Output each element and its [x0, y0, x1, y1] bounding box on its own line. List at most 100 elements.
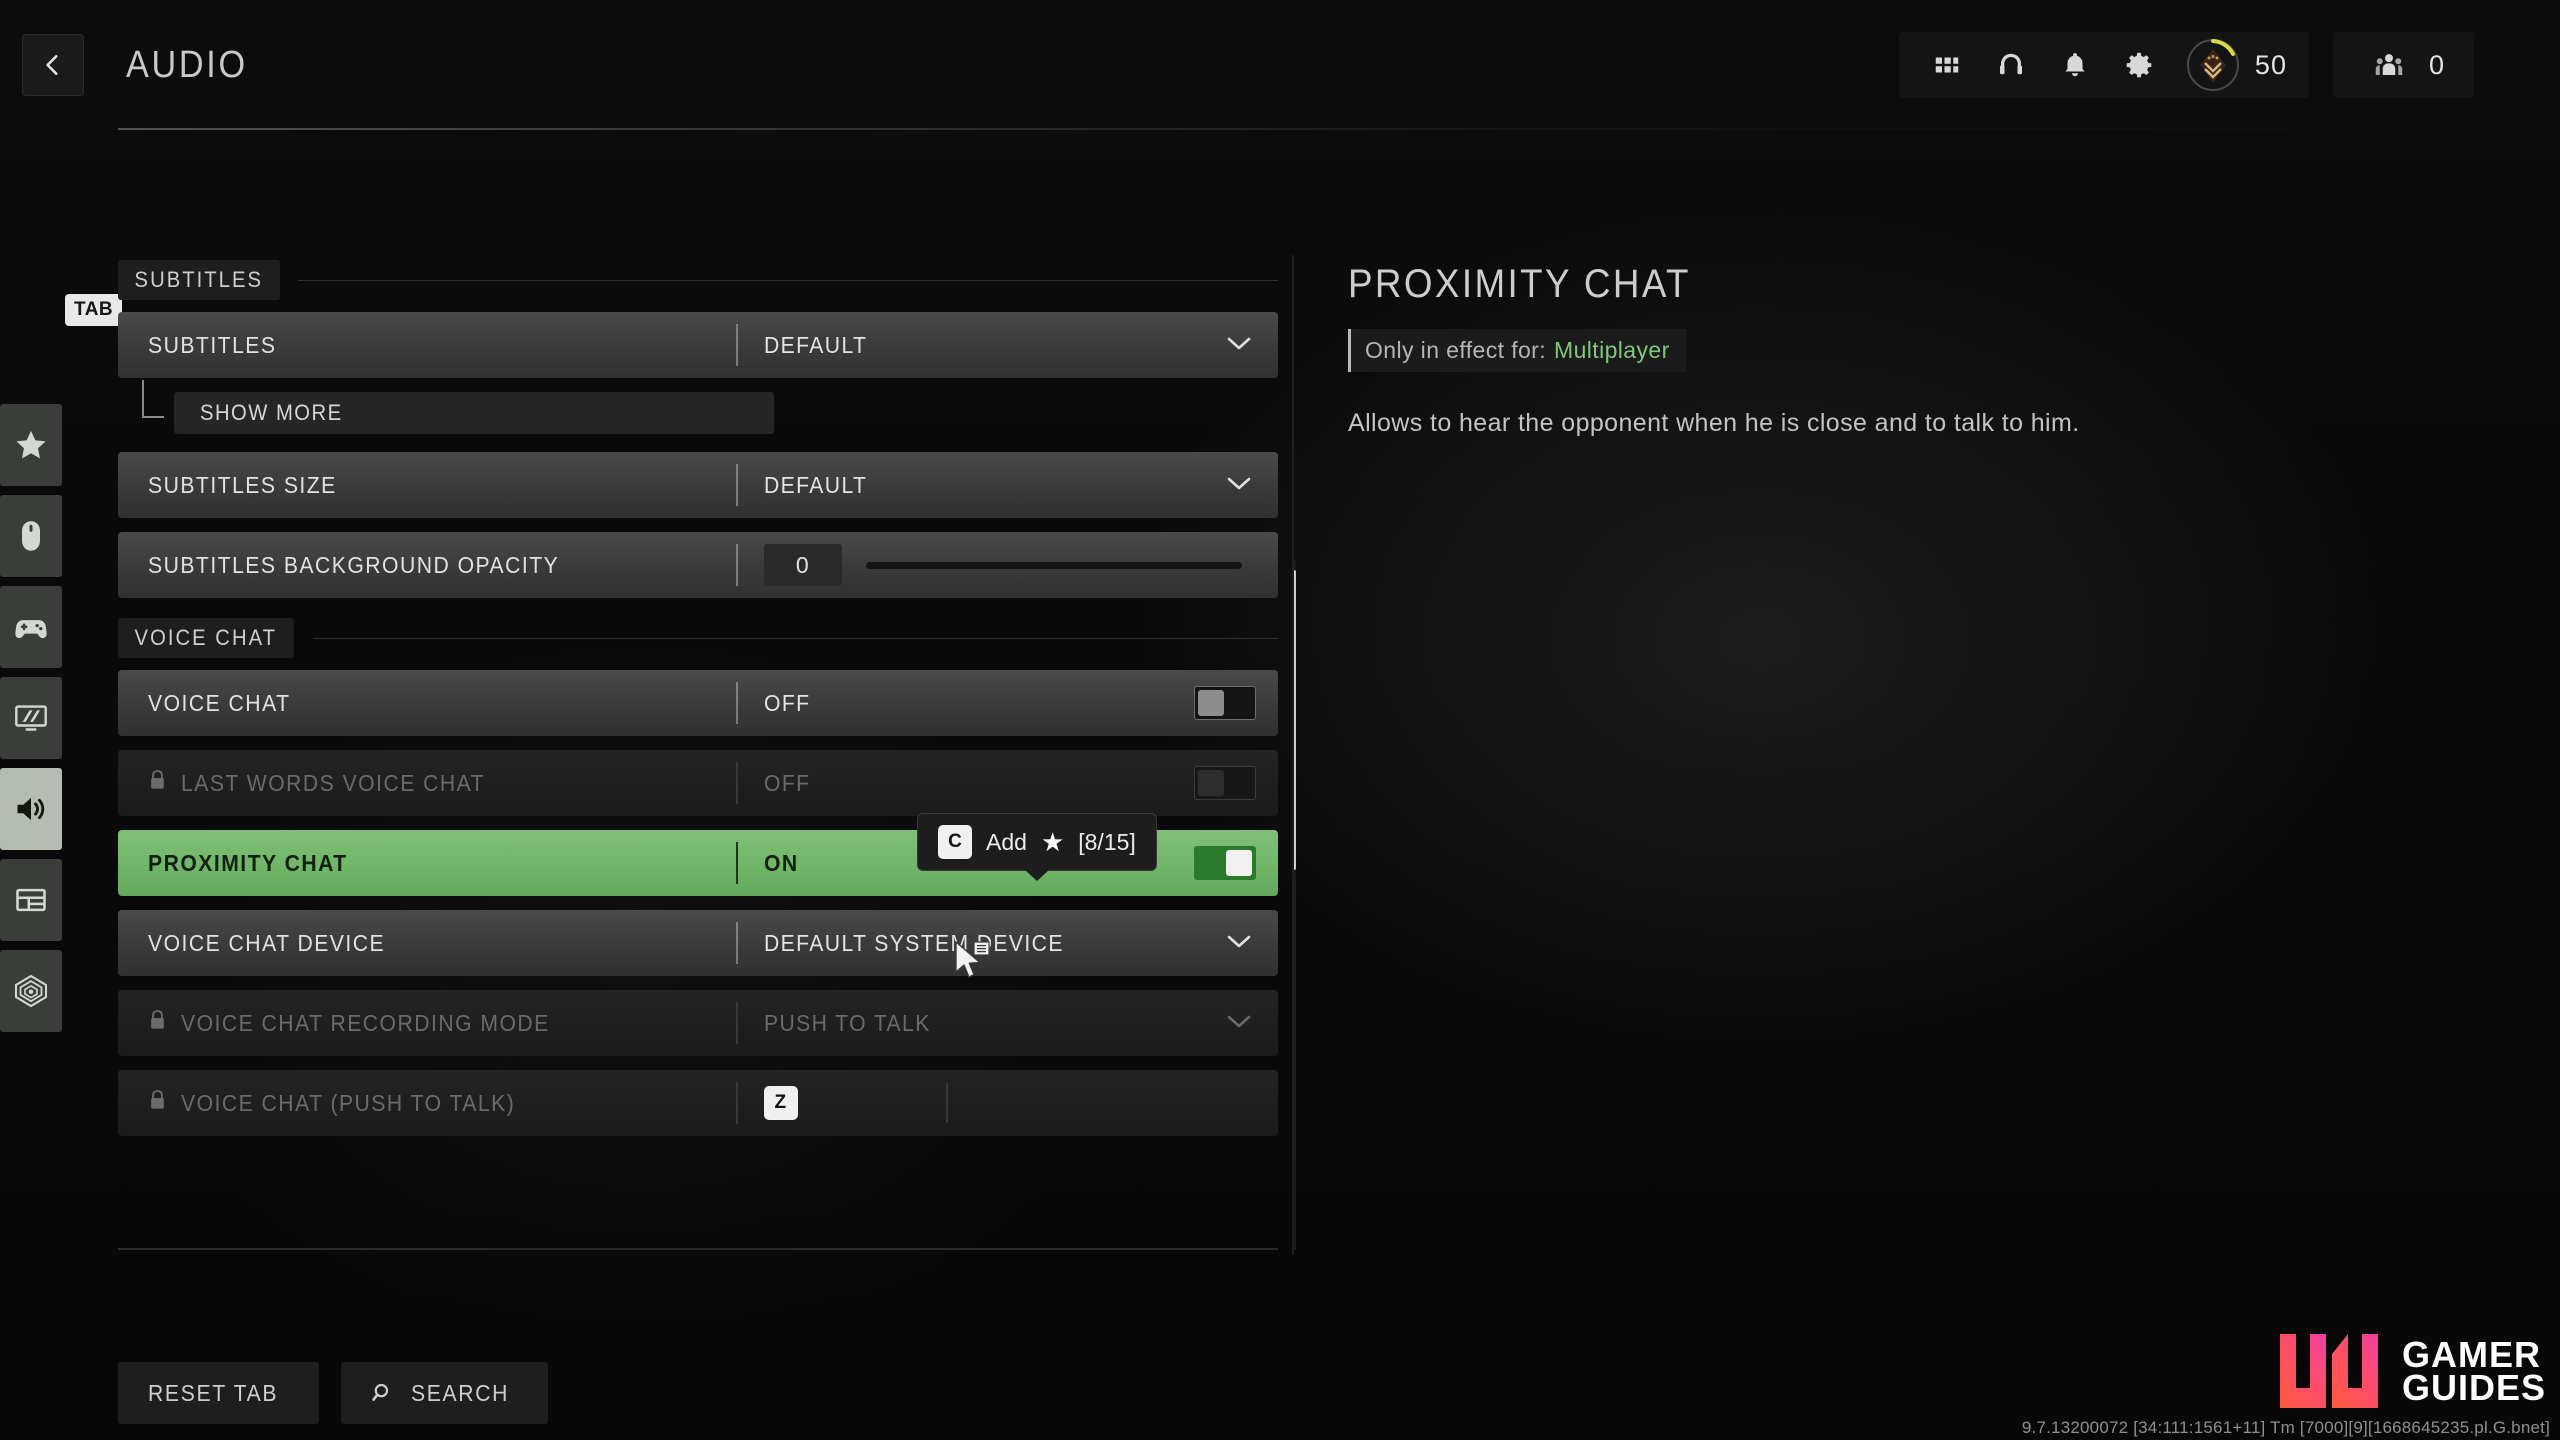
rank-display[interactable]: 50: [2177, 37, 2287, 93]
gamepad-icon: [15, 620, 47, 639]
opacity-slider[interactable]: [866, 561, 1242, 569]
row-value[interactable]: DEFAULT SYSTEM DEVICE: [738, 910, 1278, 976]
row-value[interactable]: DEFAULT: [738, 312, 1278, 378]
rank-level: 50: [2254, 49, 2287, 80]
effect-mode: Multiplayer: [1554, 337, 1670, 363]
watermark-line-2: GUIDES: [2401, 1367, 2546, 1408]
row-value[interactable]: OFF: [738, 670, 1278, 736]
row-value: PUSH TO TALK: [738, 990, 1278, 1056]
interface-icon: [16, 888, 46, 912]
row-label: PROXIMITY CHAT: [148, 849, 348, 876]
lock-icon: [148, 1009, 167, 1037]
chevron-down-icon: [1222, 1010, 1256, 1037]
detail-description: Allows to hear the opponent when he is c…: [1348, 409, 2080, 437]
effect-scope-badge: Only in effect for: Multiplayer: [1348, 329, 1686, 372]
gamer-guides-wordmark: GAMER GUIDES: [2401, 1336, 2546, 1408]
header-icon-group: 50: [1898, 32, 2309, 98]
row-separator: [736, 1082, 738, 1124]
list-bottom-edge: [118, 1248, 1278, 1250]
section-rule: [297, 279, 1278, 281]
setting-row-subtitles-size[interactable]: SUBTITLES SIZE DEFAULT: [118, 452, 1278, 518]
row-separator: [736, 922, 738, 964]
party-display[interactable]: 0: [2332, 32, 2474, 98]
sidebar-item-account[interactable]: [0, 950, 62, 1032]
slider-value-box[interactable]: 0: [764, 544, 842, 586]
section-header-voice-chat: VOICE CHAT: [118, 618, 1278, 658]
mouse-icon: [22, 521, 40, 551]
setting-row-voice-chat-recording-mode: VOICE CHAT RECORDING MODE PUSH TO TALK: [118, 990, 1278, 1056]
mouse-cursor: [955, 941, 990, 978]
row-label: SUBTITLES: [148, 331, 277, 358]
proximity-chat-toggle[interactable]: [1194, 846, 1256, 880]
chevron-down-icon[interactable]: [1222, 472, 1256, 499]
tooltip-count: [8/15]: [1078, 828, 1136, 855]
voice-chat-toggle[interactable]: [1194, 686, 1256, 720]
back-button[interactable]: [22, 34, 84, 96]
chevron-left-icon: [46, 55, 58, 75]
search-button[interactable]: SEARCH: [341, 1362, 549, 1424]
panel-divider: [1292, 255, 1294, 1255]
party-squad-button[interactable]: [2363, 39, 2415, 91]
setting-row-voice-chat[interactable]: VOICE CHAT OFF: [118, 670, 1278, 736]
setting-subrow-show-more[interactable]: SHOW MORE: [174, 392, 774, 434]
speaker-icon: [17, 797, 45, 821]
star-icon: ★: [1040, 827, 1065, 857]
row-separator: [736, 1002, 738, 1044]
sidebar-item-interface[interactable]: [0, 859, 62, 941]
detail-title: PROXIMITY CHAT: [1348, 262, 1691, 306]
lock-icon: [148, 1089, 167, 1117]
row-separator: [736, 842, 738, 884]
tree-elbow-connector: [142, 380, 164, 418]
detail-panel: PROXIMITY CHAT Only in effect for: Multi…: [1348, 262, 2348, 441]
sidebar-item-mouse-keyboard[interactable]: [0, 495, 62, 577]
sidebar-item-favorites[interactable]: [0, 404, 62, 486]
account-icon: [14, 974, 48, 1008]
tooltip-key-badge: C: [938, 825, 972, 859]
header-right-cluster: 50 0: [1898, 32, 2474, 98]
row-value[interactable]: DEFAULT: [738, 452, 1278, 518]
setting-row-subtitles[interactable]: SUBTITLES DEFAULT: [118, 312, 1278, 378]
row-label: SUBTITLES BACKGROUND OPACITY: [148, 551, 560, 578]
gear-icon: [2126, 52, 2152, 78]
toggle-knob: [1198, 690, 1224, 716]
toggle-knob: [1198, 770, 1224, 796]
row-value[interactable]: 0: [738, 532, 1278, 598]
grid-apps-button[interactable]: [1921, 39, 1973, 91]
notifications-button[interactable]: [2049, 39, 2101, 91]
grid-apps-icon: [1935, 57, 1959, 73]
star-icon: [16, 430, 46, 459]
row-separator: [736, 324, 738, 366]
bell-icon: [2065, 53, 2085, 77]
setting-row-voice-chat-device[interactable]: VOICE CHAT DEVICE DEFAULT SYSTEM DEVICE: [118, 910, 1278, 976]
subrow-wrapper-show-more: SHOW MORE: [118, 380, 1278, 438]
chevron-down-icon[interactable]: [1222, 332, 1256, 359]
section-title: VOICE CHAT: [118, 618, 294, 658]
lock-icon: [148, 769, 167, 797]
row-label: VOICE CHAT RECORDING MODE: [118, 990, 736, 1056]
row-label: VOICE CHAT DEVICE: [148, 929, 386, 956]
setting-row-voice-chat-push-to-talk: VOICE CHAT (PUSH TO TALK) Z: [118, 1070, 1278, 1136]
party-count: 0: [2428, 49, 2444, 80]
display-icon: [15, 705, 47, 731]
footer-actions: RESET TAB SEARCH: [118, 1362, 549, 1424]
sidebar-item-controller[interactable]: [0, 586, 62, 668]
toggle-knob: [1226, 850, 1252, 876]
chevron-down-icon[interactable]: [1222, 930, 1256, 957]
row-label: SUBTITLES SIZE: [148, 471, 337, 498]
add-favorite-tooltip: C Add ★ [8/15]: [917, 813, 1157, 871]
settings-button[interactable]: [2113, 39, 2165, 91]
section-header-subtitles: SUBTITLES: [118, 260, 1278, 300]
row-separator: [736, 762, 738, 804]
setting-row-subtitles-background-opacity[interactable]: SUBTITLES BACKGROUND OPACITY 0: [118, 532, 1278, 598]
sidebar-item-graphics[interactable]: [0, 677, 62, 759]
tooltip-action-label: Add: [986, 828, 1027, 855]
row-label: VOICE CHAT (PUSH TO TALK): [118, 1070, 736, 1136]
headset-icon: [1999, 53, 2022, 75]
headset-button[interactable]: [1985, 39, 2037, 91]
reset-tab-button[interactable]: RESET TAB: [118, 1362, 320, 1424]
settings-sidebar: [0, 404, 62, 1032]
settings-list: SUBTITLES SUBTITLES DEFAULT SHOW MORE SU…: [118, 260, 1278, 1150]
build-version-string: 9.7.13200072 [34:111:1561+11] Tm [7000][…: [2021, 1418, 2550, 1437]
sidebar-item-audio[interactable]: [0, 768, 62, 850]
search-icon: [372, 1383, 389, 1401]
